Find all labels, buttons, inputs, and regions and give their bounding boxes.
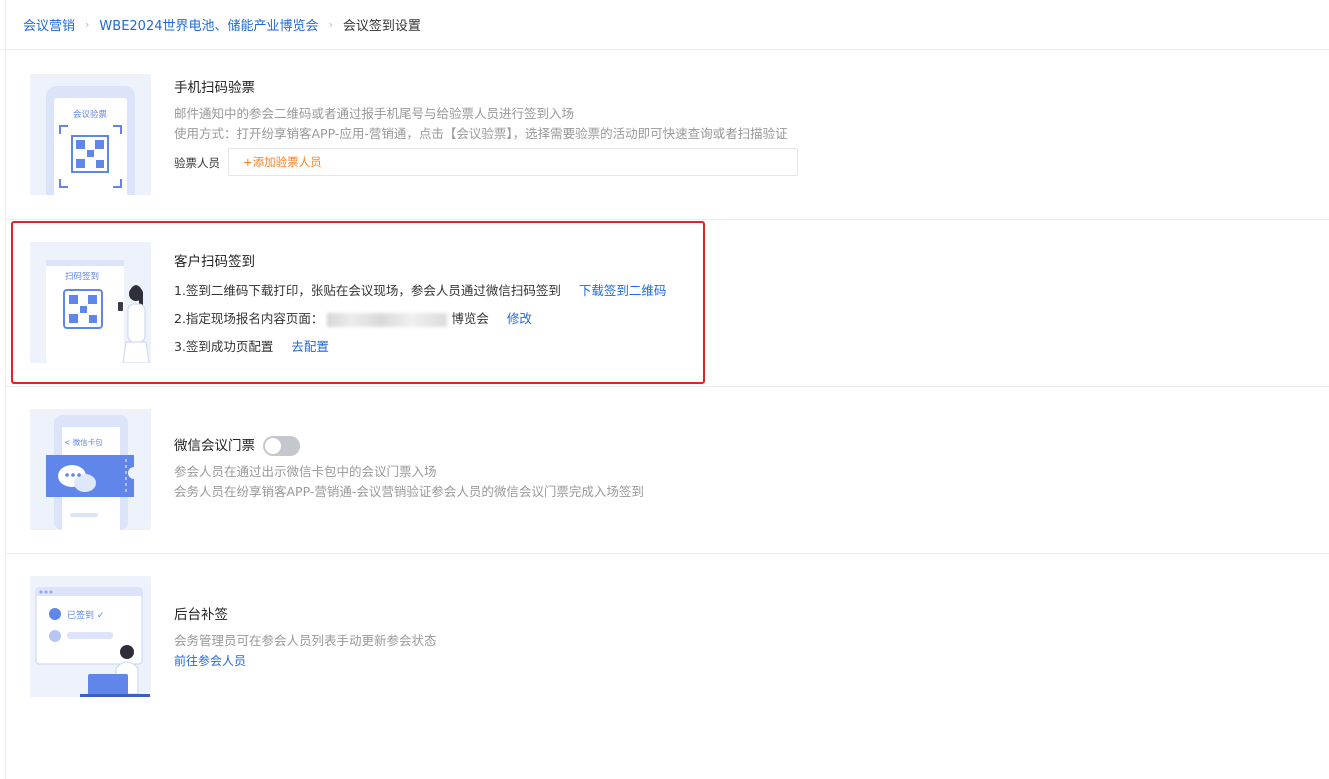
breadcrumb-item-meeting-marketing[interactable]: 会议营销 [23, 15, 75, 34]
configure-success-page-link[interactable]: 去配置 [291, 339, 329, 354]
ticket-check-illustration-label: 会议验票 [73, 109, 108, 120]
toggle-knob [265, 438, 282, 454]
scan-checkin-illustration-label: 扫码签到 [65, 271, 99, 282]
breadcrumb-item-event[interactable]: WBE2024世界电池、储能产业博览会 [99, 15, 318, 34]
checkin-step-2-page-suffix: 博览会 [451, 311, 489, 326]
section-backend-checkin: 已签到 ✓ 后台补签 会务管理员可在参会人员列表手动更新参会状态 前往参会人员 [6, 554, 1329, 779]
ticket-check-illustration: 会议验票 [30, 74, 151, 195]
breadcrumb-separator-icon: › [328, 18, 333, 31]
checkin-step-3: 3.签到成功页配置 去配置 [174, 337, 666, 357]
backend-checkin-illustration: 已签到 ✓ [30, 576, 151, 697]
modify-page-link[interactable]: 修改 [507, 311, 532, 326]
redacted-page-name [327, 312, 448, 327]
section-desc: 会务管理员可在参会人员列表手动更新参会状态 [174, 633, 437, 648]
section-desc: 参会人员在通过出示微信卡包中的会议门票入场 [174, 464, 437, 479]
scan-checkin-content: 客户扫码签到 1.签到二维码下载打印，张贴在会议现场，参会人员通过微信扫码签到 … [174, 252, 666, 357]
section-customer-scan-checkin: 扫码签到 客户扫码签到 1.签到二维码下载打印，张贴在会议现场，参会人员通过微信… [6, 220, 1329, 387]
checkin-step-3-text: 3.签到成功页配置 [174, 339, 274, 354]
section-wechat-ticket: < 微信卡包 微信会议门票 参会人员在通过出示微信卡包中的会议门票入场 会务人员… [6, 387, 1329, 554]
go-to-attendees-link[interactable]: 前往参会人员 [174, 651, 437, 671]
breadcrumb-item-current: 会议签到设置 [342, 19, 421, 34]
section-title: 后台补签 [174, 607, 228, 623]
checked-in-label: 已签到 ✓ [67, 609, 104, 621]
checkin-step-1-text: 1.签到二维码下载打印，张贴在会议现场，参会人员通过微信扫码签到 [174, 283, 561, 298]
checkin-step-2-text: 2.指定现场报名内容页面： [174, 311, 324, 326]
wechat-ticket-toggle[interactable] [263, 436, 301, 456]
add-checker-input[interactable]: +添加验票人员 [228, 148, 798, 176]
scan-checkin-illustration: 扫码签到 [30, 242, 151, 363]
ticket-check-content: 手机扫码验票 邮件通知中的参会二维码或者通过报手机尾号与给验票人员进行签到入场 … [174, 78, 788, 144]
page: 会议营销 › WBE2024世界电池、储能产业博览会 › 会议签到设置 会议验票… [0, 0, 1329, 779]
checkin-step-2: 2.指定现场报名内容页面： 博览会 修改 [174, 309, 666, 329]
section-desc: 使用方式：打开纷享销客APP-应用-营销通，点击【会议验票】，选择需要验票的活动… [174, 126, 788, 141]
section-title: 微信会议门票 [174, 438, 255, 454]
wechat-ticket-illustration: < 微信卡包 [30, 409, 151, 530]
breadcrumb: 会议营销 › WBE2024世界电池、储能产业博览会 › 会议签到设置 [0, 0, 1329, 50]
section-mobile-ticket-check: 会议验票 手机扫码验票 邮件通知中的参会二维码或者通过报手机尾号与给验票人员进行… [6, 51, 1329, 220]
wechat-wallet-label: < 微信卡包 [64, 437, 103, 447]
section-desc: 邮件通知中的参会二维码或者通过报手机尾号与给验票人员进行签到入场 [174, 106, 575, 121]
checkin-step-1: 1.签到二维码下载打印，张贴在会议现场，参会人员通过微信扫码签到 下载签到二维码 [174, 281, 666, 301]
download-qrcode-link[interactable]: 下载签到二维码 [579, 283, 667, 298]
wechat-ticket-title-row: 微信会议门票 [174, 436, 644, 456]
section-title: 客户扫码签到 [174, 254, 255, 270]
section-title: 手机扫码验票 [174, 80, 255, 96]
backend-checkin-content: 后台补签 会务管理员可在参会人员列表手动更新参会状态 前往参会人员 [174, 605, 437, 671]
checker-label: 验票人员 [174, 156, 220, 170]
breadcrumb-separator-icon: › [85, 18, 90, 31]
wechat-ticket-content: 微信会议门票 参会人员在通过出示微信卡包中的会议门票入场 会务人员在纷享销客AP… [174, 436, 644, 502]
section-desc: 会务人员在纷享销客APP-营销通-会议营销验证参会人员的微信会议门票完成入场签到 [174, 484, 644, 499]
